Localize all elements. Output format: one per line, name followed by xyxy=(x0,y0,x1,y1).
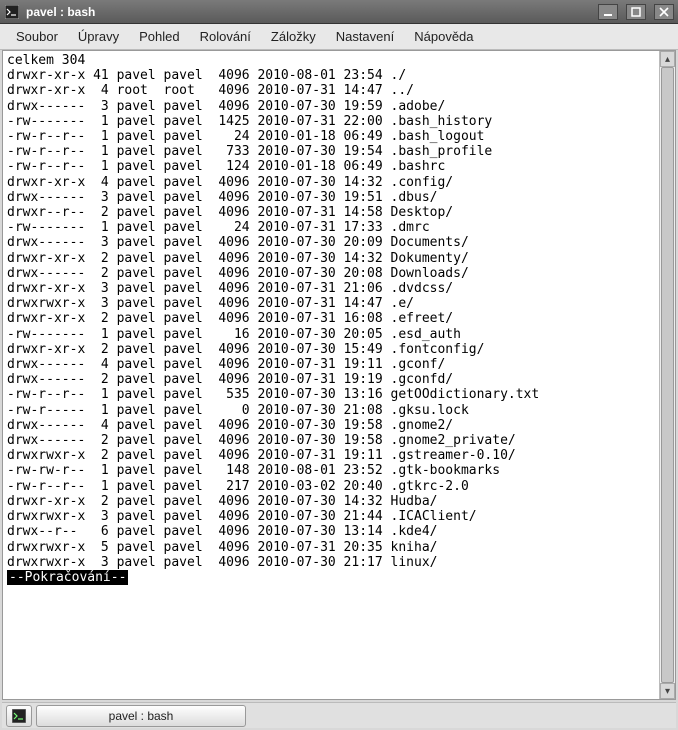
menu-zalozky[interactable]: Záložky xyxy=(261,26,326,47)
pager-continuation: --Pokračování-- xyxy=(7,570,128,585)
minimize-button[interactable] xyxy=(598,4,618,20)
scrollbar[interactable]: ▴ ▾ xyxy=(659,51,675,699)
scroll-up-button[interactable]: ▴ xyxy=(660,51,675,67)
terminal-output[interactable]: celkem 304 drwxr-xr-x 41 pavel pavel 409… xyxy=(3,51,659,699)
terminal-app-icon xyxy=(4,4,20,20)
menu-rolovani[interactable]: Rolování xyxy=(190,26,261,47)
scroll-track[interactable] xyxy=(660,67,675,683)
menu-pohled[interactable]: Pohled xyxy=(129,26,189,47)
window-title: pavel : bash xyxy=(26,5,95,19)
titlebar: pavel : bash xyxy=(0,0,678,24)
tab-current[interactable]: pavel : bash xyxy=(36,705,246,727)
close-button[interactable] xyxy=(654,4,674,20)
terminal-container: celkem 304 drwxr-xr-x 41 pavel pavel 409… xyxy=(2,50,676,700)
maximize-button[interactable] xyxy=(626,4,646,20)
menubar: Soubor Úpravy Pohled Rolování Záložky Na… xyxy=(0,24,678,50)
tab-label: pavel : bash xyxy=(109,709,174,723)
scroll-thumb[interactable] xyxy=(661,67,674,683)
terminal-icon xyxy=(12,709,26,723)
menu-nastaveni[interactable]: Nastavení xyxy=(326,26,405,47)
new-tab-button[interactable] xyxy=(6,705,32,727)
scroll-down-button[interactable]: ▾ xyxy=(660,683,675,699)
menu-upravy[interactable]: Úpravy xyxy=(68,26,129,47)
menu-napoveda[interactable]: Nápověda xyxy=(404,26,483,47)
taskbar: pavel : bash xyxy=(2,702,676,728)
menu-soubor[interactable]: Soubor xyxy=(6,26,68,47)
